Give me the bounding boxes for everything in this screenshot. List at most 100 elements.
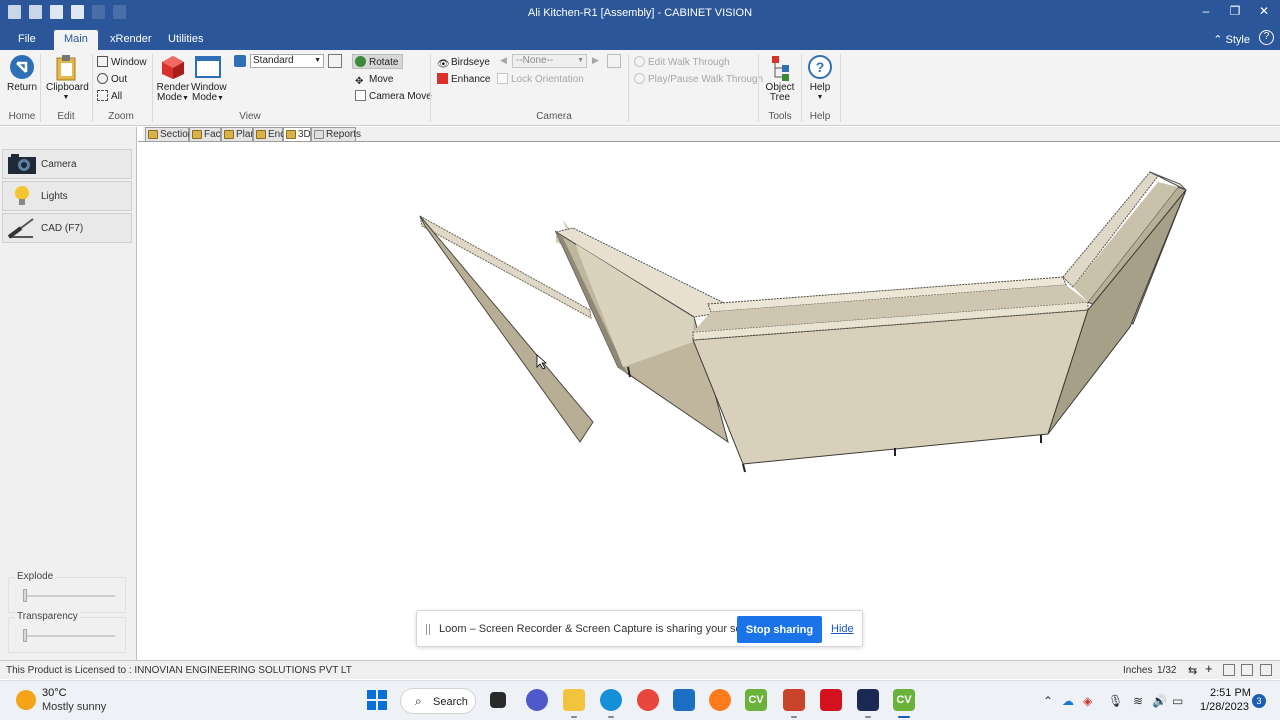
grid-icon[interactable] [1223, 664, 1235, 676]
render-mode-button[interactable]: Render Mode▼ [156, 54, 190, 104]
group-divider [840, 54, 841, 122]
next-arrow-icon[interactable]: ▶ [592, 55, 599, 66]
minimize-button[interactable]: – [1196, 4, 1216, 18]
acrobat-icon[interactable] [820, 689, 842, 711]
rotate-icon [355, 56, 366, 67]
clipboard-button[interactable]: Clipboard ▼ [46, 54, 89, 103]
group-divider [758, 54, 759, 122]
layout-icon[interactable] [1260, 664, 1272, 676]
chevron-up-icon[interactable]: ⌃ [1043, 694, 1053, 708]
zoom-window-button[interactable]: Window [97, 55, 147, 70]
move-button[interactable]: ✥ Move [355, 72, 393, 87]
powerpoint-icon[interactable] [783, 689, 805, 711]
group-help-label: Help [809, 111, 831, 122]
drag-handle-icon[interactable] [426, 624, 430, 635]
weather-temperature[interactable]: 30°C [42, 687, 67, 699]
weather-description[interactable]: Mostly sunny [42, 701, 106, 713]
previous-arrow-icon[interactable]: ◀ [500, 55, 507, 66]
group-camera-label: Camera [536, 111, 572, 122]
transparency-slider-thumb[interactable] [23, 629, 27, 642]
clock-time[interactable]: 2:51 PM [1210, 687, 1251, 699]
explode-slider-thumb[interactable] [23, 589, 27, 602]
ribbon-tab-row: File Main xRender Utilities ⌃ Style ? [0, 26, 1280, 50]
restore-button[interactable]: ❐ [1225, 4, 1245, 18]
tab-3d-label: 3D [298, 129, 311, 140]
camera-panel-button[interactable]: Camera [2, 149, 132, 179]
help-icon[interactable]: ? [1259, 30, 1274, 45]
view-standard-icon [234, 55, 246, 67]
tab-reports[interactable]: Reports [311, 127, 361, 141]
window-mode-button[interactable]: Window Mode▼ [191, 54, 227, 104]
plan-icon [224, 130, 234, 139]
units-indicator[interactable]: Inches [1123, 665, 1152, 676]
tab-end[interactable]: End [253, 127, 286, 141]
battery-icon[interactable]: ▭ [1172, 694, 1183, 708]
clock-date[interactable]: 1/28/2023 [1200, 701, 1249, 713]
tab-file[interactable]: File [8, 30, 46, 50]
stop-sharing-button[interactable]: Stop sharing [737, 616, 822, 643]
window-app-icon[interactable] [857, 689, 879, 711]
chrome-browser-icon[interactable] [637, 689, 659, 711]
play-pause-walk-button[interactable]: Play/Pause Walk Through [634, 72, 763, 87]
firefox-browser-icon[interactable] [709, 689, 731, 711]
windows-start-icon[interactable] [366, 689, 388, 711]
cad-panel-button[interactable]: CAD (F7) [2, 213, 132, 243]
volume-icon[interactable]: 🔊 [1152, 694, 1167, 708]
camera-move-checkbox[interactable]: Camera Move [355, 89, 432, 104]
tab-main[interactable]: Main [54, 30, 98, 50]
enhance-button[interactable]: Enhance [437, 72, 490, 87]
cabinet-vision-active-icon[interactable]: CV [893, 689, 915, 711]
crosshair-icon[interactable]: + [1205, 662, 1217, 676]
chevron-down-icon: ▼ [314, 57, 321, 64]
tab-3d[interactable]: 3D [283, 127, 311, 141]
camera-view-select[interactable]: --None-- ▼ [512, 54, 587, 68]
tab-plan[interactable]: Plan [221, 127, 256, 141]
tab-section[interactable]: Section [145, 127, 193, 141]
return-button[interactable]: Return [6, 54, 38, 93]
microsoft-store-icon[interactable] [673, 689, 695, 711]
lock-orientation-checkbox[interactable]: Lock Orientation [497, 72, 584, 87]
snap-icon[interactable]: ⇆ [1188, 664, 1200, 677]
tray-app-icon[interactable]: ◈ [1083, 694, 1092, 708]
notification-badge[interactable]: 3 [1252, 694, 1266, 708]
taskbar-search[interactable]: ⌕ Search [400, 688, 476, 714]
view-settings-icon[interactable] [328, 54, 342, 68]
return-label: Return [6, 82, 37, 93]
tab-face[interactable]: Face [189, 127, 226, 141]
cabinet-model-render[interactable] [138, 142, 1280, 661]
zoom-all-icon [97, 90, 108, 101]
zoom-all-button[interactable]: All [97, 89, 122, 104]
edit-camera-icon[interactable] [607, 54, 621, 68]
teams-chat-icon[interactable] [526, 689, 548, 711]
style-menu[interactable]: ⌃ Style [1213, 33, 1250, 46]
lightbulb-icon [7, 185, 37, 207]
precision-indicator[interactable]: 1/32 [1157, 665, 1176, 676]
lock-orientation-label: Lock Orientation [511, 74, 584, 85]
wifi-icon[interactable]: ≋ [1133, 694, 1143, 708]
group-divider [40, 54, 41, 122]
hide-link[interactable]: Hide [831, 623, 854, 635]
tab-xrender[interactable]: xRender [100, 30, 162, 50]
microphone-icon[interactable]: 🎙 [1108, 694, 1123, 708]
help-label: Help [809, 82, 831, 93]
help-button[interactable]: ? Help ▼ [805, 54, 835, 103]
birdseye-button[interactable]: 👁Birdseye [437, 55, 490, 70]
rotate-button[interactable]: Rotate [352, 54, 404, 69]
3d-viewport[interactable] [138, 141, 1280, 660]
zoom-out-button[interactable]: Out [97, 72, 127, 87]
edge-browser-icon[interactable] [600, 689, 622, 711]
file-explorer-icon[interactable] [563, 689, 585, 711]
camera-panel-label: Camera [41, 159, 77, 170]
task-view-icon[interactable] [490, 692, 506, 708]
split-view-icon[interactable] [1241, 664, 1253, 676]
view-standard-select[interactable]: Standard ▼ [250, 54, 324, 68]
checkbox-icon [497, 73, 508, 84]
cabinet-vision-app-icon[interactable]: CV [745, 689, 767, 711]
lights-panel-button[interactable]: Lights [2, 181, 132, 211]
sun-icon[interactable] [16, 690, 36, 710]
object-tree-button[interactable]: Object Tree [763, 54, 797, 103]
edit-walk-through-button[interactable]: Edit Walk Through [634, 55, 730, 70]
onedrive-icon[interactable]: ☁ [1062, 694, 1074, 708]
tab-utilities[interactable]: Utilities [158, 30, 213, 50]
close-button[interactable]: ✕ [1254, 4, 1274, 18]
